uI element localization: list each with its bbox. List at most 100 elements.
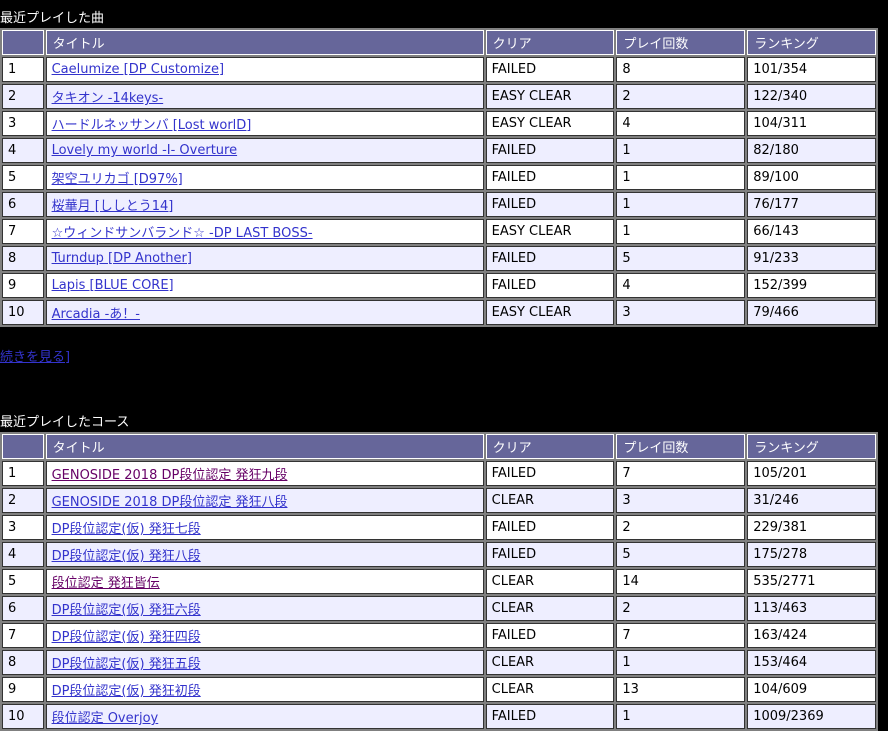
title-cell: タキオン -14keys-: [45, 84, 484, 109]
table-row: 5 架空ユリカゴ [D97%] FAILED 1 89/100: [2, 165, 876, 190]
title-cell: GENOSIDE 2018 DP段位認定 発狂八段: [45, 488, 484, 513]
title-link[interactable]: タキオン -14keys-: [52, 91, 164, 106]
more-songs-link[interactable]: 続きを見る]: [0, 349, 888, 367]
row-number: 7: [2, 623, 44, 648]
title-link[interactable]: 段位認定 発狂皆伝: [52, 576, 160, 591]
title-link[interactable]: DP段位認定(仮) 発狂四段: [52, 630, 201, 645]
title-link[interactable]: Caelumize [DP Customize]: [52, 62, 225, 77]
clear-status: CLEAR: [485, 596, 615, 621]
clear-status: FAILED: [485, 623, 615, 648]
table-row: 10 段位認定 Overjoy FAILED 1 1009/2369: [2, 704, 876, 729]
clear-status: CLEAR: [485, 677, 615, 702]
title-cell: Caelumize [DP Customize]: [45, 57, 484, 82]
play-count: 1: [616, 650, 746, 675]
column-header-ranking: ランキング: [747, 434, 876, 459]
row-number: 3: [2, 111, 44, 136]
play-count: 1: [616, 192, 746, 217]
play-count: 5: [616, 542, 746, 567]
play-count: 5: [616, 246, 746, 271]
column-header-clear: クリア: [485, 30, 615, 55]
title-cell: 段位認定 Overjoy: [45, 704, 484, 729]
ranking: 152/399: [747, 273, 876, 298]
table-row: 6 桜華月 [ししとう14] FAILED 1 76/177: [2, 192, 876, 217]
table-row: 8 DP段位認定(仮) 発狂五段 CLEAR 1 153/464: [2, 650, 876, 675]
title-link[interactable]: Arcadia -あ！-: [52, 307, 140, 322]
column-header-plays: プレイ回数: [616, 30, 746, 55]
title-link[interactable]: 段位認定 Overjoy: [52, 711, 159, 726]
recent-songs-heading: 最近プレイした曲: [0, 11, 105, 26]
table-header-row: タイトル クリア プレイ回数 ランキング: [2, 30, 876, 55]
clear-status: FAILED: [485, 57, 615, 82]
title-link[interactable]: ハードルネッサンバ [Lost worlD]: [52, 118, 252, 133]
row-number: 8: [2, 246, 44, 271]
ranking: 31/246: [747, 488, 876, 513]
row-number: 4: [2, 138, 44, 163]
ranking: 1009/2369: [747, 704, 876, 729]
clear-status: FAILED: [485, 192, 615, 217]
table-row: 8 Turndup [DP Another] FAILED 5 91/233: [2, 246, 876, 271]
title-link[interactable]: 桜華月 [ししとう14]: [52, 199, 174, 214]
title-link[interactable]: DP段位認定(仮) 発狂六段: [52, 603, 201, 618]
title-cell: Lovely my world -I- Overture: [45, 138, 484, 163]
title-link[interactable]: GENOSIDE 2018 DP段位認定 発狂九段: [52, 468, 288, 483]
column-header-num: [2, 434, 44, 459]
title-link[interactable]: DP段位認定(仮) 発狂七段: [52, 522, 201, 537]
table-row: 1 GENOSIDE 2018 DP段位認定 発狂九段 FAILED 7 105/201: [2, 461, 876, 486]
play-count: 3: [616, 488, 746, 513]
row-number: 4: [2, 542, 44, 567]
clear-status: EASY CLEAR: [485, 219, 615, 244]
title-link[interactable]: Lovely my world -I- Overture: [52, 143, 238, 158]
play-count: 2: [616, 515, 746, 540]
row-number: 10: [2, 704, 44, 729]
clear-status: CLEAR: [485, 488, 615, 513]
title-link[interactable]: DP段位認定(仮) 発狂八段: [52, 549, 201, 564]
clear-status: FAILED: [485, 704, 615, 729]
column-header-title: タイトル: [45, 30, 484, 55]
column-header-ranking: ランキング: [747, 30, 876, 55]
row-number: 2: [2, 488, 44, 513]
clear-status: FAILED: [485, 138, 615, 163]
ranking: 79/466: [747, 300, 876, 325]
row-number: 5: [2, 165, 44, 190]
table-row: 3 DP段位認定(仮) 発狂七段 FAILED 2 229/381: [2, 515, 876, 540]
title-cell: Lapis [BLUE CORE]: [45, 273, 484, 298]
title-cell: 架空ユリカゴ [D97%]: [45, 165, 484, 190]
row-number: 5: [2, 569, 44, 594]
play-count: 7: [616, 623, 746, 648]
ranking: 104/311: [747, 111, 876, 136]
column-header-num: [2, 30, 44, 55]
title-cell: Arcadia -あ！-: [45, 300, 484, 325]
row-number: 6: [2, 192, 44, 217]
ranking: 153/464: [747, 650, 876, 675]
title-cell: 段位認定 発狂皆伝: [45, 569, 484, 594]
column-header-clear: クリア: [485, 434, 615, 459]
row-number: 1: [2, 461, 44, 486]
ranking: 535/2771: [747, 569, 876, 594]
title-link[interactable]: Turndup [DP Another]: [52, 251, 192, 266]
table-row: 10 Arcadia -あ！- EASY CLEAR 3 79/466: [2, 300, 876, 325]
play-count: 1: [616, 704, 746, 729]
title-cell: ☆ウィンドサンバランド☆ -DP LAST BOSS-: [45, 219, 484, 244]
title-link[interactable]: GENOSIDE 2018 DP段位認定 発狂八段: [52, 495, 288, 510]
clear-status: EASY CLEAR: [485, 111, 615, 136]
ranking: 66/143: [747, 219, 876, 244]
play-count: 3: [616, 300, 746, 325]
ranking: 229/381: [747, 515, 876, 540]
title-link[interactable]: DP段位認定(仮) 発狂初段: [52, 684, 201, 699]
title-link[interactable]: Lapis [BLUE CORE]: [52, 278, 174, 293]
table-row: 2 タキオン -14keys- EASY CLEAR 2 122/340: [2, 84, 876, 109]
title-link[interactable]: ☆ウィンドサンバランド☆ -DP LAST BOSS-: [52, 226, 313, 241]
row-number: 1: [2, 57, 44, 82]
ranking: 101/354: [747, 57, 876, 82]
clear-status: EASY CLEAR: [485, 84, 615, 109]
title-cell: DP段位認定(仮) 発狂七段: [45, 515, 484, 540]
ranking: 105/201: [747, 461, 876, 486]
title-cell: DP段位認定(仮) 発狂四段: [45, 623, 484, 648]
ranking: 163/424: [747, 623, 876, 648]
play-count: 7: [616, 461, 746, 486]
play-count: 4: [616, 273, 746, 298]
title-link[interactable]: DP段位認定(仮) 発狂五段: [52, 657, 201, 672]
row-number: 9: [2, 677, 44, 702]
play-count: 4: [616, 111, 746, 136]
title-link[interactable]: 架空ユリカゴ [D97%]: [52, 172, 183, 187]
